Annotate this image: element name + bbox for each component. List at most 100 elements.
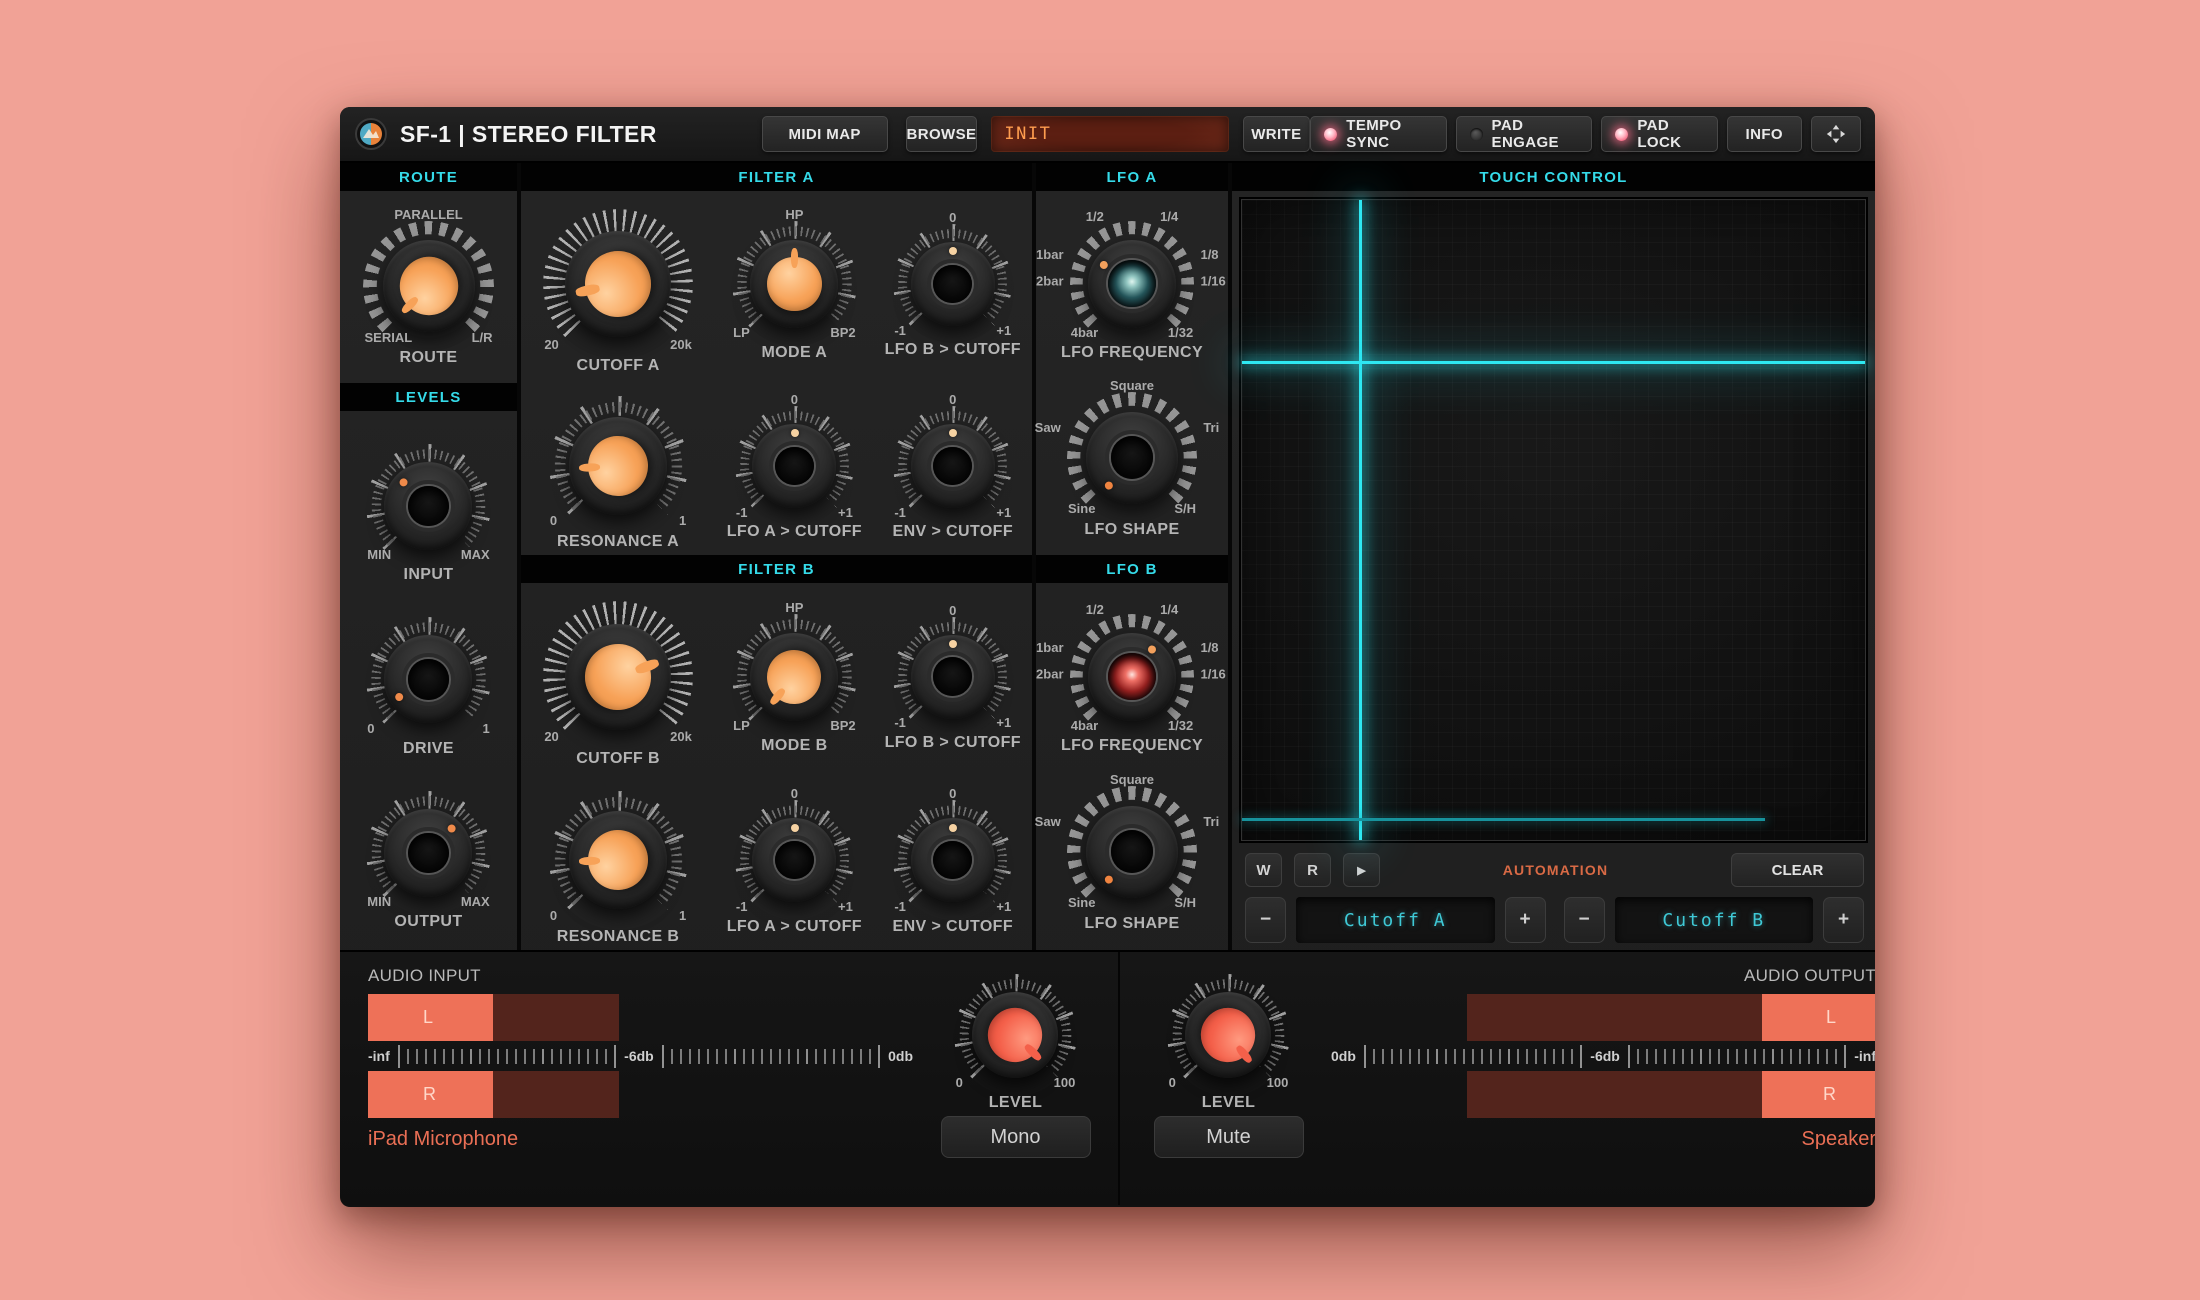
knob-scale-label: 100 <box>1267 1075 1289 1090</box>
knob-env-cutoff-b[interactable]: 0-1+1ENV > CUTOFF <box>893 786 1014 935</box>
touch-cursor-horizontal-line <box>1242 361 1865 364</box>
route-section: PARALLELSERIALL/RROUTE <box>340 191 517 383</box>
touch-pad[interactable] <box>1241 199 1866 841</box>
knob-scale-label: 1/8 <box>1200 247 1218 262</box>
knob-scale-label: 1 <box>679 908 686 923</box>
knob-lfo-b-frequency[interactable]: 1bar1/21/41/82bar1/164bar1/32LFO FREQUEN… <box>1061 600 1203 755</box>
knob-cutoff-a[interactable]: 2020kCUTOFF A <box>543 195 694 376</box>
scale-label: -inf <box>368 1048 390 1064</box>
lfo-b-section: 1bar1/21/41/82bar1/164bar1/32LFO FREQUEN… <box>1036 583 1228 950</box>
knob-label: LFO B > CUTOFF <box>885 734 1021 752</box>
knob-lfo-a-frequency[interactable]: 1bar1/21/41/82bar1/164bar1/32LFO FREQUEN… <box>1061 207 1203 362</box>
knob-label: RESONANCE A <box>557 533 679 551</box>
knob-lfo-b-cutoff-a[interactable]: 0-1+1LFO B > CUTOFF <box>885 210 1021 359</box>
knob-scale-label: Saw <box>1035 420 1061 435</box>
audio-output-panel: 0100LEVEL Mute AUDIO OUTPUT L 0db -6db <box>1120 952 1875 1205</box>
x-param-next-button[interactable]: + <box>1505 897 1546 943</box>
preset-name-field[interactable]: INIT <box>991 116 1228 152</box>
lfo-a-section: 1bar1/21/41/82bar1/164bar1/32LFO FREQUEN… <box>1036 191 1228 555</box>
automation-label: AUTOMATION <box>1392 862 1719 878</box>
y-param-prev-button[interactable]: − <box>1564 897 1605 943</box>
filter-column: FILTER A 2020kCUTOFF AHPLPBP2MODE A0-1+1… <box>521 163 1032 950</box>
mute-button[interactable]: Mute <box>1154 1116 1304 1158</box>
knob-lfo-a-shape[interactable]: SquareSawTriSineS/HLFO SHAPE <box>1067 378 1198 539</box>
section-header-filter-b: FILTER B <box>521 555 1032 583</box>
knob-lfo-b-cutoff-b[interactable]: 0-1+1LFO B > CUTOFF <box>885 603 1021 752</box>
pad-lock-label: PAD LOCK <box>1637 117 1704 151</box>
pad-lock-led-icon <box>1615 128 1628 141</box>
knob-scale-label: +1 <box>996 715 1011 730</box>
knob-scale-label: 0 <box>1169 1075 1176 1090</box>
knob-mode-b[interactable]: HPLPBP2MODE B <box>732 600 857 755</box>
knob-input-level[interactable]: 0100LEVEL <box>954 966 1076 1112</box>
x-parameter-slot: − Cutoff A + <box>1245 897 1546 943</box>
y-param-next-button[interactable]: + <box>1823 897 1864 943</box>
knob-scale-label: 4bar <box>1071 325 1098 340</box>
lfo-column: LFO A 1bar1/21/41/82bar1/164bar1/32LFO F… <box>1036 163 1228 950</box>
knob-scale-label: 1/2 <box>1086 602 1104 617</box>
knob-lfo-a-cutoff-a[interactable]: 0-1+1LFO A > CUTOFF <box>727 392 862 541</box>
knob-scale-label: 20k <box>670 337 692 352</box>
knob-lfo-b-shape[interactable]: SquareSawTriSineS/HLFO SHAPE <box>1067 772 1198 933</box>
knob-scale-label: 2bar <box>1036 667 1063 682</box>
input-meter-left: L <box>368 994 913 1041</box>
x-param-prev-button[interactable]: − <box>1245 897 1286 943</box>
knob-scale-label: 1bar <box>1036 247 1063 262</box>
knob-input[interactable]: MINMAXINPUT <box>366 430 491 585</box>
knob-scale-label: BP2 <box>830 325 855 340</box>
knob-label: ROUTE <box>400 349 458 367</box>
knob-scale-label: 4bar <box>1071 718 1098 733</box>
section-header-lfo-a: LFO A <box>1036 163 1228 191</box>
knob-label: RESONANCE B <box>557 928 680 946</box>
automation-play-button[interactable]: ▶ <box>1343 853 1380 887</box>
knob-scale-label: 0 <box>550 513 557 528</box>
knob-scale-label: 20 <box>544 337 558 352</box>
knob-scale-label: 1bar <box>1036 640 1063 655</box>
automation-write-button[interactable]: W <box>1245 853 1282 887</box>
knob-mode-a[interactable]: HPLPBP2MODE A <box>732 207 857 362</box>
knob-route[interactable]: PARALLELSERIALL/RROUTE <box>363 207 494 368</box>
knob-scale-label: 0 <box>550 908 557 923</box>
section-header-route: ROUTE <box>340 163 517 191</box>
levels-section: MINMAXINPUT 01DRIVE MINMAXOUTPUT <box>340 411 517 950</box>
knob-scale-label: -1 <box>736 505 748 520</box>
knob-scale-label: MAX <box>461 547 490 562</box>
meter-channel-label: R <box>368 1084 436 1105</box>
browse-button[interactable]: BROWSE <box>906 116 978 152</box>
knob-output[interactable]: MINMAXOUTPUT <box>366 777 491 932</box>
route-levels-column: ROUTE PARALLELSERIALL/RROUTE LEVELS MINM… <box>340 163 517 950</box>
pad-engage-label: PAD ENGAGE <box>1492 117 1579 151</box>
fullscreen-button[interactable] <box>1811 116 1861 152</box>
knob-resonance-b[interactable]: 0 1 RESONANCE B <box>549 777 688 946</box>
write-button[interactable]: WRITE <box>1243 116 1311 152</box>
pad-lock-toggle[interactable]: PAD LOCK <box>1601 116 1718 152</box>
knob-scale-label: 1/4 <box>1160 209 1178 224</box>
knob-lfo-a-cutoff-b[interactable]: 0-1+1LFO A > CUTOFF <box>727 786 862 935</box>
knob-scale-label: HP <box>785 600 803 615</box>
output-device-label[interactable]: Speaker <box>1802 1128 1876 1151</box>
knob-scale-label: S/H <box>1174 501 1196 516</box>
touch-control-column: TOUCH CONTROL W R ▶ AUTOMATION CLEAR − C… <box>1232 163 1875 950</box>
knob-drive[interactable]: 01DRIVE <box>366 603 491 758</box>
knob-label: LFO A > CUTOFF <box>727 918 862 936</box>
knob-scale-label: 1/16 <box>1200 274 1225 289</box>
automation-read-button[interactable]: R <box>1294 853 1331 887</box>
midi-map-button[interactable]: MIDI MAP <box>762 116 888 152</box>
audio-input-panel: AUDIO INPUT L -inf -6db 0db R <box>340 952 1120 1205</box>
knob-env-cutoff-a[interactable]: 0-1+1ENV > CUTOFF <box>893 392 1014 541</box>
info-button[interactable]: INFO <box>1727 116 1802 152</box>
tempo-sync-toggle[interactable]: TEMPO SYNC <box>1310 116 1446 152</box>
knob-scale-label: 0 <box>791 392 798 407</box>
mono-button[interactable]: Mono <box>941 1116 1091 1158</box>
meter-channel-label: R <box>1823 1084 1875 1105</box>
knob-resonance-a[interactable]: 01RESONANCE A <box>549 382 688 551</box>
input-device-label[interactable]: iPad Microphone <box>368 1128 913 1151</box>
scale-label: 0db <box>1331 1048 1356 1064</box>
knob-output-level[interactable]: 0100LEVEL <box>1167 966 1289 1112</box>
pad-engage-toggle[interactable]: PAD ENGAGE <box>1456 116 1593 152</box>
section-header-levels: LEVELS <box>340 383 517 411</box>
clear-button[interactable]: CLEAR <box>1731 853 1864 887</box>
knob-cutoff-b[interactable]: 2020kCUTOFF B <box>543 587 694 768</box>
fullscreen-icon <box>1826 124 1846 144</box>
knob-scale-label: LP <box>733 718 750 733</box>
